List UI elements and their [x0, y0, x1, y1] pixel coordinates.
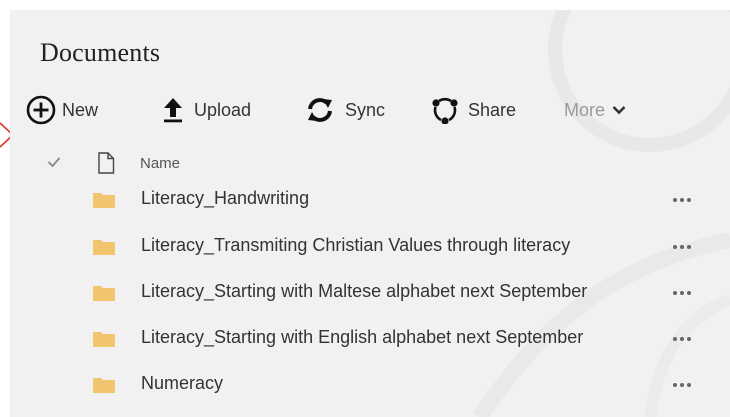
list-item[interactable]: Literacy_Starting with Maltese alphabet …: [10, 277, 730, 307]
new-button[interactable]: New: [26, 94, 98, 126]
folder-icon: [93, 240, 115, 255]
sync-icon: [308, 98, 332, 122]
folder-icon: [93, 286, 115, 301]
ellipsis-icon[interactable]: [672, 382, 692, 388]
chevron-down-icon: [612, 106, 626, 115]
more-button[interactable]: More: [564, 94, 626, 126]
ellipsis-icon[interactable]: [672, 336, 692, 342]
list-item[interactable]: Literacy_Handwriting: [10, 184, 730, 214]
checkmark-icon[interactable]: [47, 156, 61, 168]
ellipsis-icon[interactable]: [672, 244, 692, 250]
folder-icon: [93, 193, 115, 208]
list-item[interactable]: Numeracy: [10, 369, 730, 399]
column-header-name[interactable]: Name: [140, 155, 180, 172]
upload-arrow-icon: [164, 98, 182, 123]
item-name[interactable]: Literacy_Handwriting: [141, 188, 309, 209]
sync-label: Sync: [345, 99, 386, 120]
more-label: More: [564, 99, 606, 120]
item-name[interactable]: Literacy_Starting with English alphabet …: [141, 327, 583, 348]
page-title: Documents: [40, 38, 161, 67]
item-name[interactable]: Numeracy: [141, 373, 223, 394]
share-icon: [432, 97, 458, 124]
ellipsis-icon[interactable]: [672, 290, 692, 296]
sync-button[interactable]: Sync: [306, 94, 385, 126]
list-item[interactable]: Literacy_Starting with English alphabet …: [10, 323, 730, 353]
list-item[interactable]: Literacy_Transmiting Christian Values th…: [10, 231, 730, 261]
item-name[interactable]: Literacy_Starting with Maltese alphabet …: [141, 281, 587, 302]
upload-label: Upload: [194, 99, 252, 120]
document-icon[interactable]: [97, 152, 115, 174]
document-library-panel: Documents New Upload Sync Share More Nam…: [10, 10, 730, 417]
new-label: New: [62, 99, 99, 120]
list-header: Name: [10, 152, 730, 176]
folder-icon: [93, 332, 115, 347]
upload-button[interactable]: Upload: [162, 94, 251, 126]
folder-icon: [93, 378, 115, 393]
share-button[interactable]: Share: [431, 94, 516, 126]
ellipsis-icon[interactable]: [672, 197, 692, 203]
command-bar: New Upload Sync Share More: [10, 94, 730, 126]
plus-circle-icon: [26, 95, 56, 125]
share-label: Share: [468, 99, 517, 120]
item-name[interactable]: Literacy_Transmiting Christian Values th…: [141, 235, 570, 256]
